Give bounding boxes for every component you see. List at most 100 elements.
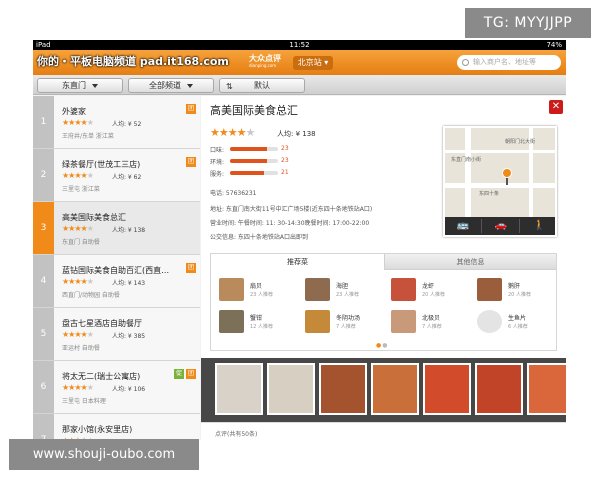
dish-item[interactable]: 蟹钳 12 人推荐 (219, 310, 299, 338)
dish-name: 蟹钳 (250, 315, 263, 322)
dish-item[interactable]: 北极贝 7 人推荐 (391, 310, 471, 338)
item-number: 5 (33, 308, 54, 360)
reviews-header: 点评(共有50条) (215, 431, 258, 438)
search-icon (462, 59, 469, 66)
list-item[interactable]: 5 盘古七星酒店自助餐厅 ★★★★★ 人均: ¥ 385 亚运村 自助餐 (33, 308, 200, 361)
dish-name: 生鱼片 (508, 315, 527, 322)
rating-label: 口味: (210, 147, 225, 154)
list-item[interactable]: 4 蓝钻国际美食自助百汇(西直… 团 ★★★★★ 人均: ¥ 143 西直门/动物园 自助… (33, 255, 200, 308)
dish-item[interactable]: 扇贝 23 人推荐 (219, 278, 299, 306)
dish-item[interactable]: 生鱼片 6 人推荐 (477, 310, 557, 338)
dish-photo (219, 278, 244, 301)
app-logo: 大众点评 dianping.com (249, 54, 285, 71)
photo-thumbnail[interactable] (527, 363, 566, 415)
avg-price: 人均: ¥ 385 (112, 333, 146, 340)
hours-line: 营业时间: 午餐时间: 11: 30-14:30晚餐时间: 17:00-22:0… (210, 220, 370, 227)
close-icon[interactable]: ✕ (549, 100, 563, 114)
rating-label: 环境: (210, 159, 225, 166)
dish-count: 6 人推荐 (508, 324, 528, 330)
photo-thumbnail[interactable] (267, 363, 315, 415)
location-category: 三里屯 日本料理 (62, 398, 106, 405)
dish-photo (305, 310, 330, 333)
list-item[interactable]: 1 外婆家 团 ★★★★★ 人均: ¥ 52 王府井/东单 浙江菜 (33, 96, 200, 149)
photo-thumbnail[interactable] (319, 363, 367, 415)
dish-photo (391, 278, 416, 301)
rating-fill (230, 159, 267, 163)
list-item[interactable]: 6 将太无二(瑞士公寓店) 团促 ★★★★★ 人均: ¥ 106 三里屯 日本料理 (33, 361, 200, 414)
item-number: 1 (33, 96, 54, 148)
info-tabs: 推荐菜 其他信息 扇贝 23 人推荐 海胆 23 人推荐 龙虾 20 人推荐 鹅肝 20 人推… (210, 253, 557, 351)
city-selector[interactable]: 北京站 ▾ (293, 56, 333, 70)
dish-photo (477, 278, 502, 301)
photo-thumbnail[interactable] (215, 363, 263, 415)
category-filter-label: 全部频道 (149, 81, 181, 90)
filter-bar: 东直门 全部频道 ⇅ 默认 (33, 75, 566, 95)
dish-item[interactable]: 龙虾 20 人推荐 (391, 278, 471, 306)
area-filter-button[interactable]: 东直门 (37, 78, 123, 93)
dish-photo (391, 310, 416, 333)
tab-recommended[interactable]: 推荐菜 (211, 254, 384, 270)
sort-label: 默认 (254, 81, 270, 90)
deal-badge-icon: 团 (186, 104, 196, 114)
search-placeholder: 输入商户名、地址等 (473, 58, 536, 66)
photo-thumbnail[interactable] (371, 363, 419, 415)
phone-line[interactable]: 电话: 57636231 (210, 188, 256, 197)
detail-stars: ★★★★★ (210, 126, 255, 139)
list-item[interactable]: 3 高美国际美食总汇 ★★★★★ 人均: ¥ 138 东直门 自助餐 (33, 202, 200, 255)
detail-avg-price: 人均: ¥ 138 (277, 130, 316, 138)
bottom-watermark: www.shouji-oubo.com (9, 439, 199, 470)
map-label: 东四十条 (479, 191, 500, 197)
detail-panel: 高美国际美食总汇 ✕ ★★★★★ 人均: ¥ 138 口味: 23 环境: 23 服务:… (201, 96, 566, 358)
dish-item[interactable]: 冬阴功汤 7 人推荐 (305, 310, 385, 338)
search-input[interactable]: 输入商户名、地址等 (457, 55, 561, 70)
dish-photo (305, 278, 330, 301)
item-number: 3 (33, 202, 54, 254)
ipad-screen: iPad 11:52 74% 你的・平板电脑频道 pad.it168.com 大… (33, 40, 566, 440)
bus-icon[interactable]: 🚌 (445, 219, 482, 233)
site-watermark: 你的・平板电脑频道 pad.it168.com (37, 55, 229, 68)
photo-thumbnail[interactable] (423, 363, 471, 415)
item-number: 6 (33, 361, 54, 413)
avg-price: 人均: ¥ 52 (112, 121, 142, 128)
list-item[interactable]: 7那家小馆(永安里店)★★★★★ (33, 414, 200, 440)
dish-name: 海胆 (336, 283, 349, 290)
area-filter-label: 东直门 (62, 81, 86, 90)
dish-count: 7 人推荐 (422, 324, 442, 330)
dish-count: 20 人推荐 (422, 292, 445, 298)
dish-item[interactable]: 海胆 23 人推荐 (305, 278, 385, 306)
star-rating: ★★★★★ (62, 118, 94, 127)
tab-other-info[interactable]: 其他信息 (384, 254, 556, 270)
chevron-down-icon (187, 83, 193, 88)
deal-badge-icon: 团 (186, 157, 196, 167)
page-dots: ●● (376, 342, 389, 349)
location-map[interactable]: 东直门南小街 东四十条 朝阳门北大街 🚌 🚗 🚶 (443, 126, 557, 237)
city-label: 北京站 (297, 58, 322, 67)
restaurant-name: 那家小馆(永安里店) (62, 425, 133, 434)
star-rating: ★★★★★ (62, 330, 94, 339)
photo-thumbnail[interactable] (475, 363, 523, 415)
sort-icon: ⇅ (226, 82, 233, 91)
restaurant-name: 绿茶餐厅(世茂工三店) (62, 160, 141, 169)
item-number: 7 (33, 414, 54, 440)
avg-price: 人均: ¥ 106 (112, 386, 146, 393)
star-rating: ★★★★★ (62, 224, 94, 233)
dish-item[interactable]: 鹅肝 20 人推荐 (477, 278, 557, 306)
sort-button[interactable]: ⇅ 默认 (219, 78, 305, 93)
reviews-section: 点评(共有50条) (201, 422, 566, 440)
restaurant-name: 高美国际美食总汇 (62, 213, 126, 222)
dish-photo (477, 310, 502, 333)
status-time: 11:52 (289, 41, 310, 49)
deal-badge-icon: 团 (186, 263, 196, 273)
dish-count: 23 人推荐 (250, 292, 273, 298)
restaurant-name: 蓝钻国际美食自助百汇(西直… (62, 266, 170, 275)
walk-icon[interactable]: 🚶 (521, 219, 555, 233)
car-icon[interactable]: 🚗 (483, 219, 520, 233)
photo-strip[interactable] (201, 358, 566, 422)
restaurant-name: 盘古七星酒店自助餐厅 (62, 319, 142, 328)
dish-count: 23 人推荐 (336, 292, 359, 298)
deal-badge-icon: 团 (186, 369, 196, 379)
star-rating: ★★★★★ (62, 171, 94, 180)
rating-fill (230, 147, 267, 151)
list-item[interactable]: 2 绿茶餐厅(世茂工三店) 团 ★★★★★ 人均: ¥ 62 三里屯 浙江菜 (33, 149, 200, 202)
category-filter-button[interactable]: 全部频道 (128, 78, 214, 93)
